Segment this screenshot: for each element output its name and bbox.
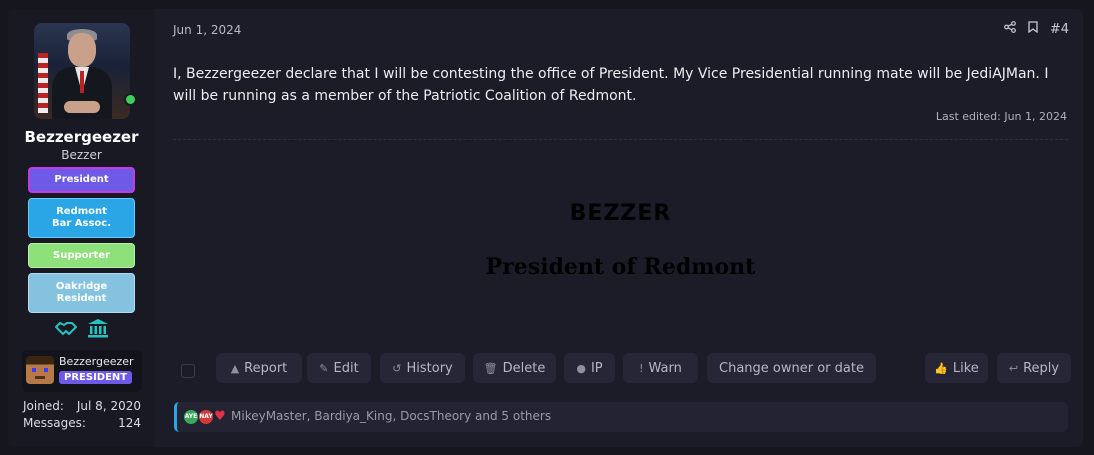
bank-icon — [87, 318, 109, 342]
like-button[interactable]: 👍 Like — [925, 353, 988, 383]
reactions-list[interactable]: MikeyMaster, Bardiya_King, DocsTheory an… — [231, 409, 551, 423]
post-date[interactable]: Jun 1, 2024 — [173, 23, 241, 37]
post-tools: #4 — [1003, 21, 1069, 37]
report-button[interactable]: ▲ Report — [216, 353, 302, 383]
messages-label: Messages: — [23, 416, 86, 430]
badge-oakridge: Oakridge Resident — [28, 273, 135, 313]
ip-label: IP — [590, 360, 603, 376]
exclamation-icon: ! — [639, 361, 644, 375]
reactions-bar[interactable]: AYE NAY ♥ MikeyMaster, Bardiya_King, Doc… — [174, 402, 1068, 432]
badge-bar-assoc: Redmont Bar Assoc. — [28, 198, 135, 238]
share-icon[interactable] — [1003, 21, 1016, 37]
post-body: I, Bezzergeezer declare that I will be c… — [173, 66, 1049, 104]
badge-president: President — [28, 167, 135, 193]
post-number-link[interactable]: #4 — [1050, 22, 1069, 37]
ip-button[interactable]: ● IP — [564, 353, 615, 383]
avatar-hands — [64, 101, 100, 113]
reply-button[interactable]: ↩ Reply — [997, 353, 1071, 383]
bookmark-icon[interactable] — [1028, 21, 1038, 37]
nay-reaction-icon: NAY — [199, 410, 213, 424]
history-button[interactable]: ↺ History — [380, 353, 465, 383]
trash-icon: 🗑 — [483, 361, 498, 375]
report-label: Report — [244, 360, 288, 376]
user-icon: ● — [576, 361, 586, 375]
avatar-tie — [80, 71, 84, 93]
warn-label: Warn — [648, 360, 682, 376]
warning-icon: ▲ — [230, 361, 240, 375]
joined-stat: Joined: Jul 8, 2020 — [23, 399, 141, 413]
reply-label: Reply — [1023, 360, 1060, 376]
author-sidebar: Bezzergeezer Bezzer President Redmont Ba… — [8, 9, 155, 447]
warn-button[interactable]: ! Warn — [623, 353, 698, 383]
edit-button[interactable]: ✎ Edit — [307, 353, 371, 383]
last-edited-note: Last edited: Jun 1, 2024 — [935, 110, 1067, 123]
badge-oakridge-label: Oakridge Resident — [55, 281, 108, 304]
author-title: Bezzer — [61, 148, 102, 162]
avatar-face — [68, 33, 96, 67]
mini-card-name: Bezzergeezer — [59, 355, 134, 368]
online-status-indicator — [124, 93, 137, 106]
author-icon-row — [54, 318, 110, 342]
minecraft-head-avatar — [26, 356, 54, 384]
joined-value: Jul 8, 2020 — [76, 399, 141, 413]
heart-reaction-icon: ♥ — [214, 409, 226, 424]
delete-button[interactable]: 🗑 Delete — [473, 353, 556, 383]
change-owner-label: Change owner or date — [719, 360, 864, 376]
reply-icon: ↩ — [1008, 361, 1019, 375]
signature-heading: BEZZER — [569, 201, 672, 226]
like-label: Like — [952, 360, 979, 376]
forum-post: Bezzergeezer Bezzer President Redmont Ba… — [8, 9, 1083, 447]
delete-label: Delete — [502, 360, 546, 376]
change-owner-button[interactable]: Change owner or date — [707, 353, 876, 383]
author-mini-card[interactable]: Bezzergeezer PRESIDENT — [22, 350, 142, 392]
author-name[interactable]: Bezzergeezer — [8, 128, 155, 146]
history-icon: ↺ — [392, 361, 402, 375]
badge-bar-assoc-label: Redmont Bar Assoc. — [51, 206, 112, 229]
messages-stat: Messages: 124 — [23, 416, 141, 430]
edit-label: Edit — [333, 360, 359, 376]
flag-graphic — [38, 53, 48, 113]
pencil-icon: ✎ — [319, 361, 329, 375]
signature-subheading: President of Redmont — [485, 254, 756, 280]
history-label: History — [406, 360, 453, 376]
aye-reaction-icon: AYE — [184, 410, 198, 424]
select-post-checkbox[interactable] — [181, 364, 195, 378]
handshake-icon — [54, 318, 78, 342]
thumbs-up-icon: 👍 — [934, 361, 948, 375]
author-avatar[interactable] — [34, 23, 130, 119]
badge-supporter: Supporter — [28, 243, 135, 268]
joined-label: Joined: — [23, 399, 64, 413]
mini-card-rank-tag: PRESIDENT — [59, 371, 133, 384]
signature-divider — [173, 139, 1068, 140]
messages-value[interactable]: 124 — [118, 416, 141, 430]
